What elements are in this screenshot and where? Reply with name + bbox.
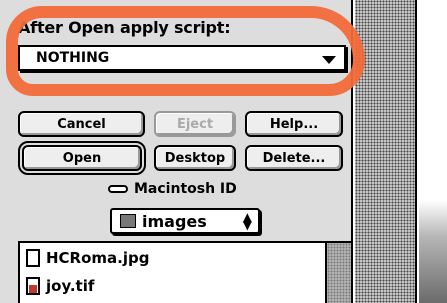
volume-name: Macintosh ID bbox=[134, 181, 237, 197]
apply-script-label: After Open apply script: bbox=[18, 18, 231, 37]
file-name: HCRoma.jpg bbox=[46, 249, 150, 267]
list-item[interactable]: HCRoma.jpg bbox=[26, 249, 149, 267]
open-button[interactable]: Open bbox=[18, 141, 146, 175]
volume-indicator: Macintosh ID bbox=[108, 180, 237, 198]
hard-disk-icon bbox=[108, 185, 128, 193]
eject-button[interactable]: Eject bbox=[154, 111, 236, 137]
desktop-button[interactable]: Desktop bbox=[154, 145, 236, 171]
up-down-arrows-icon: ▲ ▼ bbox=[242, 210, 252, 232]
apply-script-selected-value: NOTHING bbox=[36, 50, 110, 66]
help-button[interactable]: Help... bbox=[245, 111, 343, 137]
folder-popup-menu[interactable]: images ▲ ▼ bbox=[110, 208, 260, 234]
delete-button[interactable]: Delete... bbox=[245, 145, 343, 171]
background-photo-shadow bbox=[419, 200, 447, 303]
file-name: joy.tif bbox=[46, 277, 95, 295]
image-document-icon bbox=[26, 277, 40, 295]
folder-icon bbox=[120, 214, 136, 228]
list-item[interactable]: joy.tif bbox=[26, 277, 94, 295]
dropdown-arrow-icon bbox=[322, 56, 336, 64]
desktop-pattern-background bbox=[355, 0, 417, 303]
apply-script-select[interactable]: NOTHING bbox=[18, 45, 346, 71]
document-icon bbox=[26, 249, 40, 267]
open-file-dialog: After Open apply script: NOTHING Cancel … bbox=[0, 0, 353, 303]
folder-popup-value: images bbox=[142, 211, 207, 231]
cancel-button[interactable]: Cancel bbox=[18, 111, 145, 137]
file-list-scrollbar[interactable] bbox=[325, 243, 351, 303]
file-list[interactable]: HCRoma.jpg joy.tif bbox=[18, 241, 353, 303]
